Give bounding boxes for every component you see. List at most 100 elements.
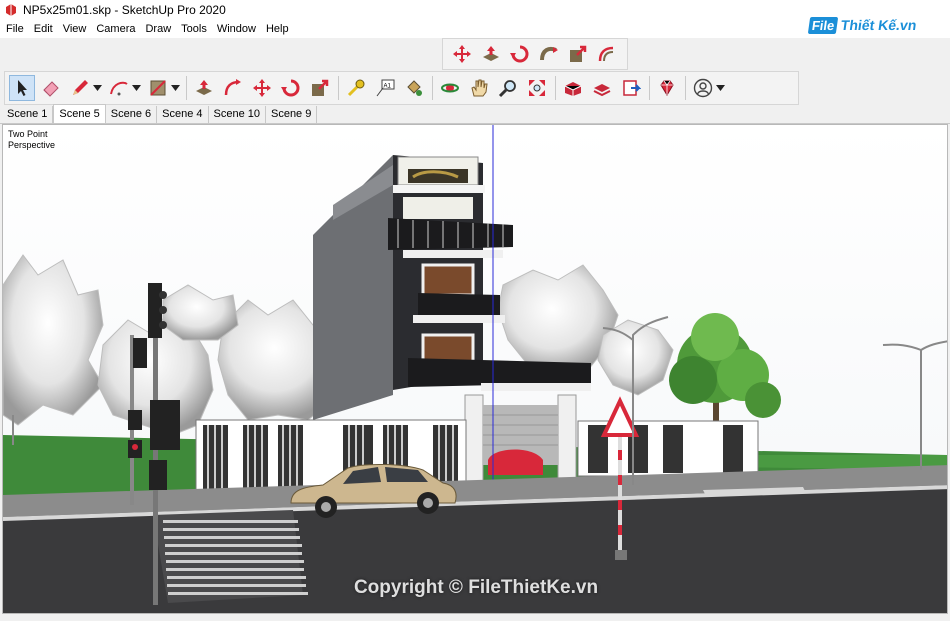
arc-icon [110, 81, 128, 96]
warehouse-icon [564, 82, 582, 96]
window-title: NP5x25m01.skp - SketchUp Pro 2020 [23, 3, 226, 17]
rectangle-tool-button[interactable] [145, 75, 171, 101]
rotate-icon [281, 79, 300, 97]
rotate-icon [510, 45, 529, 63]
follow-me-icon [540, 46, 558, 61]
ruby-icon [660, 80, 674, 96]
tape-measure-icon [347, 79, 365, 97]
arc-dropdown-arrow[interactable] [132, 75, 141, 101]
push-pull-icon [483, 46, 499, 61]
scene-tab-6[interactable]: Scene 6 [105, 106, 158, 123]
scale-tool-button-2[interactable] [307, 75, 333, 101]
paint-bucket-tool-button[interactable] [401, 75, 427, 101]
shape-icon [150, 80, 166, 96]
pencil-tool-button[interactable] [67, 75, 93, 101]
menu-view[interactable]: View [58, 20, 92, 38]
menu-tools[interactable]: Tools [176, 20, 212, 38]
paint-bucket-icon [407, 80, 422, 96]
zoom-tool-button[interactable] [495, 75, 521, 101]
scene-tab-5[interactable]: Scene 5 [53, 104, 106, 123]
toolbar-separator [186, 76, 187, 100]
move-tool-button[interactable] [449, 41, 475, 67]
text-icon: A1 [376, 79, 395, 97]
scene-tabs: Scene 1 Scene 5 Scene 6 Scene 4 Scene 10… [0, 104, 950, 124]
brand-logo: File Thiết Kế.vn [807, 12, 918, 38]
camera-mode-label: Two Point Perspective [8, 129, 68, 151]
ruby-console-button[interactable] [654, 75, 680, 101]
menu-camera[interactable]: Camera [91, 20, 140, 38]
shape-dropdown-arrow[interactable] [171, 75, 180, 101]
push-pull-tool-button-2[interactable] [191, 75, 217, 101]
model-viewport[interactable]: Two Point Perspective Copyright © FileTh… [2, 124, 948, 614]
scene-tab-4[interactable]: Scene 4 [157, 106, 209, 123]
scene-tab-9[interactable]: Scene 9 [265, 106, 318, 123]
svg-text:A1: A1 [384, 84, 392, 90]
toolbar-separator [685, 76, 686, 100]
offset-tool-button[interactable] [594, 41, 620, 67]
offset-icon [598, 46, 614, 62]
zoom-icon [498, 80, 516, 98]
menu-help[interactable]: Help [261, 20, 294, 38]
main-toolbar: A1 [4, 71, 799, 105]
follow-me-tool-button[interactable] [536, 41, 562, 67]
scene-tab-10[interactable]: Scene 10 [208, 106, 266, 123]
send-to-layout-button[interactable] [618, 75, 644, 101]
eraser-tool-button[interactable] [38, 75, 64, 101]
rotate-tool-button[interactable] [507, 41, 533, 67]
account-icon [693, 78, 713, 98]
menu-file[interactable]: File [0, 20, 29, 38]
zoom-extents-icon [529, 80, 545, 96]
arc-tool-button[interactable] [106, 75, 132, 101]
toolbar-separator [338, 76, 339, 100]
copyright-watermark: Copyright © FileThietKe.vn [353, 577, 599, 598]
move-icon [453, 45, 471, 63]
camera-mode-line1: Two Point [8, 129, 48, 139]
edit-toolbar [442, 38, 628, 70]
push-pull-icon [196, 80, 212, 95]
account-button[interactable] [690, 75, 716, 101]
text-tool-button[interactable]: A1 [372, 75, 398, 101]
pencil-icon [73, 80, 88, 95]
pan-tool-button[interactable] [466, 75, 492, 101]
scale-tool-button[interactable] [565, 41, 591, 67]
offset-tool-button-2[interactable] [220, 75, 246, 101]
menu-edit[interactable]: Edit [29, 20, 58, 38]
logo-file-text: File [807, 16, 839, 34]
move-icon [253, 79, 271, 97]
move-tool-button-2[interactable] [249, 75, 275, 101]
eraser-icon [43, 81, 59, 97]
select-tool-button[interactable] [9, 75, 35, 101]
toolbar-separator [649, 76, 650, 100]
zoom-extents-tool-button[interactable] [524, 75, 550, 101]
chevron-down-icon [132, 85, 141, 91]
offset-icon [224, 79, 241, 96]
rotate-tool-button-2[interactable] [278, 75, 304, 101]
pan-icon [471, 79, 488, 97]
extension-warehouse-button[interactable] [589, 75, 615, 101]
orbit-tool-button[interactable] [437, 75, 463, 101]
toolbar-separator [555, 76, 556, 100]
logo-rest-text: Thiết Kế.vn [839, 17, 918, 33]
menu-window[interactable]: Window [212, 20, 261, 38]
extension-warehouse-icon [593, 84, 611, 97]
chevron-down-icon [716, 85, 725, 91]
orbit-icon [441, 83, 459, 93]
select-icon [18, 80, 27, 96]
toolbar-separator [432, 76, 433, 100]
tape-measure-tool-button[interactable] [343, 75, 369, 101]
scale-icon [312, 79, 329, 96]
pencil-dropdown-arrow[interactable] [93, 75, 102, 101]
scene-tab-1[interactable]: Scene 1 [2, 106, 54, 123]
scale-icon [570, 45, 587, 62]
sketchup-logo-icon [6, 4, 16, 16]
account-dropdown-arrow[interactable] [716, 75, 725, 101]
camera-mode-line2: Perspective [8, 140, 56, 150]
chevron-down-icon [93, 85, 102, 91]
model-scene [3, 125, 947, 613]
push-pull-tool-button[interactable] [478, 41, 504, 67]
menu-draw[interactable]: Draw [140, 20, 176, 38]
send-to-layout-icon [623, 80, 641, 96]
3d-warehouse-button[interactable] [560, 75, 586, 101]
chevron-down-icon [171, 85, 180, 91]
title-bar: NP5x25m01.skp - SketchUp Pro 2020 [0, 0, 950, 20]
